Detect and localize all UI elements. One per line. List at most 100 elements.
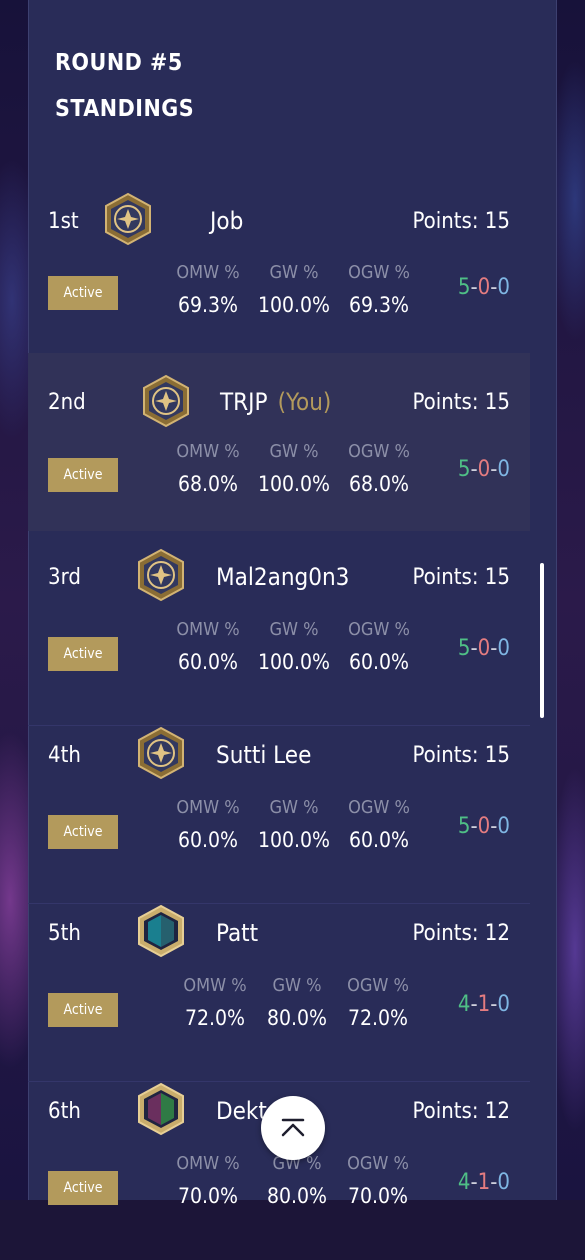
- gw-label: GW %: [269, 797, 319, 818]
- chevron-up-icon: [281, 1118, 305, 1137]
- omw-stat: OMW % 69.3%: [168, 262, 248, 317]
- player-name-text: Sutti Lee: [216, 741, 312, 769]
- green-purple-hex-emblem-icon: [138, 1082, 184, 1136]
- gw-value: 100.0%: [257, 650, 331, 674]
- omw-value: 69.3%: [177, 293, 238, 317]
- ogw-value: 72.0%: [347, 1006, 408, 1030]
- standings-row[interactable]: 1st Job Points: 15 Active OMW % 69.3% GW…: [28, 192, 530, 370]
- points: Points: 15: [412, 743, 510, 768]
- omw-label: OMW %: [176, 441, 240, 462]
- gold-star-emblem-icon: [143, 374, 189, 428]
- wins: 5: [457, 275, 471, 300]
- win-loss-draw-record: 4-1-0: [457, 1170, 510, 1195]
- rank: 6th: [48, 1099, 81, 1124]
- draws: 0: [497, 636, 510, 661]
- win-loss-draw-record: 5-0-0: [457, 636, 510, 661]
- gw-label: GW %: [272, 975, 322, 996]
- ogw-stat: OGW % 60.0%: [339, 619, 419, 674]
- rank: 5th: [48, 921, 81, 946]
- wins: 4: [457, 992, 471, 1017]
- ogw-value: 70.0%: [347, 1184, 408, 1208]
- standings-row[interactable]: 4th Sutti Lee Points: 15 Active OMW % 60…: [28, 726, 530, 904]
- draws: 0: [497, 275, 510, 300]
- losses: 1: [477, 992, 491, 1017]
- gw-label: GW %: [269, 619, 319, 640]
- omw-value: 60.0%: [177, 650, 238, 674]
- player-name-text: Job: [210, 207, 244, 235]
- gold-star-emblem-icon: [105, 192, 151, 246]
- gw-value: 80.0%: [266, 1184, 327, 1208]
- gw-label: GW %: [269, 262, 319, 283]
- player-name-text: TRJP: [220, 388, 268, 416]
- scrollbar[interactable]: [540, 563, 544, 718]
- standings-row[interactable]: 5th Patt Points: 12 Active OMW % 72.0% G…: [28, 904, 530, 1082]
- win-loss-draw-record: 4-1-0: [457, 992, 510, 1017]
- rank: 1st: [48, 209, 79, 234]
- ogw-stat: OGW % 60.0%: [339, 797, 419, 852]
- omw-value: 68.0%: [177, 472, 238, 496]
- omw-value: 72.0%: [184, 1006, 245, 1030]
- draws: 0: [497, 814, 510, 839]
- points: Points: 12: [412, 921, 510, 946]
- player-name[interactable]: Dekt: [216, 1097, 267, 1125]
- losses: 0: [477, 814, 491, 839]
- omw-label: OMW %: [176, 1153, 240, 1174]
- ogw-label: OGW %: [348, 797, 410, 818]
- ogw-stat: OGW % 69.3%: [339, 262, 419, 317]
- ogw-stat: OGW % 68.0%: [339, 441, 419, 496]
- points: Points: 15: [412, 209, 510, 234]
- player-name-text: Patt: [216, 919, 259, 947]
- gw-label: GW %: [269, 441, 319, 462]
- status-badge: Active: [48, 276, 118, 310]
- ogw-label: OGW %: [347, 1153, 409, 1174]
- wins: 5: [457, 457, 471, 482]
- rank: 3rd: [48, 565, 81, 590]
- gw-value: 100.0%: [257, 472, 331, 496]
- ogw-label: OGW %: [347, 975, 409, 996]
- status-badge: Active: [48, 815, 118, 849]
- gw-value: 80.0%: [266, 1006, 327, 1030]
- draws: 0: [497, 457, 510, 482]
- omw-stat: OMW % 72.0%: [175, 975, 255, 1030]
- points: Points: 15: [412, 390, 510, 415]
- omw-stat: OMW % 68.0%: [168, 441, 248, 496]
- status-badge: Active: [48, 637, 118, 671]
- gw-stat: GW % 100.0%: [254, 262, 334, 317]
- points: Points: 12: [412, 1099, 510, 1124]
- ogw-label: OGW %: [348, 262, 410, 283]
- player-name-text: Mal2ang0n3: [216, 563, 350, 591]
- you-tag: (You): [277, 388, 332, 416]
- omw-label: OMW %: [183, 975, 247, 996]
- rank: 4th: [48, 743, 81, 768]
- draws: 0: [497, 992, 510, 1017]
- player-name[interactable]: TRJP (You): [220, 388, 331, 416]
- status-badge: Active: [48, 458, 118, 492]
- win-loss-draw-record: 5-0-0: [457, 457, 510, 482]
- player-name[interactable]: Sutti Lee: [216, 741, 311, 769]
- losses: 0: [477, 457, 491, 482]
- player-name-text: Dekt: [216, 1097, 267, 1125]
- standings-row[interactable]: 3rd Mal2ang0n3 Points: 15 Active OMW % 6…: [28, 548, 530, 726]
- ogw-value: 60.0%: [348, 650, 409, 674]
- gw-stat: GW % 80.0%: [257, 975, 337, 1030]
- player-name[interactable]: Job: [210, 207, 243, 235]
- ogw-label: OGW %: [348, 441, 410, 462]
- losses: 0: [477, 636, 491, 661]
- ogw-value: 60.0%: [348, 828, 409, 852]
- draws: 0: [497, 1170, 510, 1195]
- round-title: ROUND #5: [55, 50, 183, 76]
- wins: 5: [457, 636, 471, 661]
- player-name[interactable]: Patt: [216, 919, 258, 947]
- omw-label: OMW %: [176, 262, 240, 283]
- gold-star-emblem-icon: [138, 726, 184, 780]
- omw-value: 60.0%: [177, 828, 238, 852]
- ogw-value: 69.3%: [348, 293, 409, 317]
- losses: 0: [477, 275, 491, 300]
- omw-stat: OMW % 60.0%: [168, 797, 248, 852]
- standings-row-you[interactable]: 2nd TRJP (You) Points: 15 Active OMW % 68…: [28, 353, 530, 531]
- player-name[interactable]: Mal2ang0n3: [216, 563, 349, 591]
- rank: 2nd: [48, 390, 86, 415]
- gw-value: 100.0%: [257, 828, 331, 852]
- standings-title: STANDINGS: [55, 96, 195, 122]
- scroll-to-top-button[interactable]: [261, 1096, 325, 1160]
